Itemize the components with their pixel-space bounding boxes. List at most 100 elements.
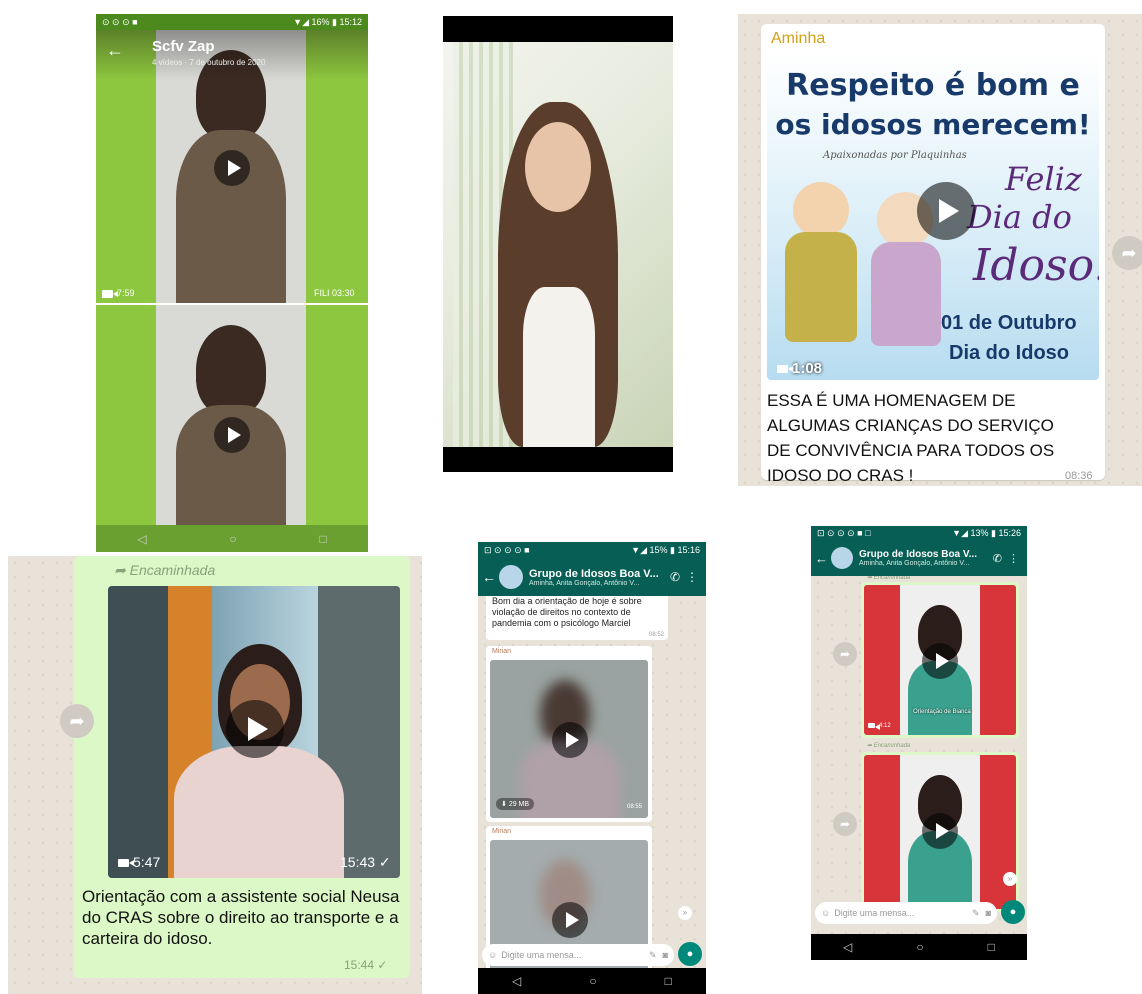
video-duration: 4:12: [868, 723, 891, 730]
mic-button[interactable]: ●: [1001, 900, 1025, 924]
attach-icon[interactable]: ✎: [649, 950, 657, 961]
message-input-bar: ☺ Digite uma mensa... ✎ ◙: [482, 944, 674, 966]
play-icon[interactable]: [917, 182, 975, 240]
android-nav-bar: ◁ ○ □: [96, 525, 368, 552]
nav-home-icon[interactable]: ○: [229, 532, 236, 546]
nav-recents-icon[interactable]: □: [988, 940, 995, 954]
nav-back-icon[interactable]: ◁: [512, 974, 521, 988]
video-tile-2[interactable]: [96, 305, 368, 525]
chat-area: ➦ Encaminhada Orientação de Bianca 4:12 …: [811, 576, 1027, 934]
android-nav-bar: ◁ ○ □: [811, 934, 1027, 960]
scroll-down-icon[interactable]: »: [1003, 872, 1017, 886]
message-time: 08:36: [1065, 470, 1093, 482]
message-caption: Orientação com a assistente social Neusa…: [82, 887, 400, 948]
video-tile-1[interactable]: ← Scfv Zap 4 vídeos · 7 de outubro de 20…: [96, 30, 368, 303]
message-input[interactable]: Digite uma mensa...: [501, 950, 649, 960]
camera-icon[interactable]: ◙: [986, 908, 991, 918]
menu-icon[interactable]: ⋮: [686, 570, 698, 584]
sender-name[interactable]: Mirian: [486, 646, 652, 657]
video-message-1: Orientação de Bianca 4:12: [861, 582, 1019, 738]
back-arrow-icon[interactable]: ←: [482, 569, 496, 585]
video-thumbnail[interactable]: [864, 755, 1016, 909]
scroll-down-icon[interactable]: »: [678, 906, 692, 920]
sender-name[interactable]: Mirian: [486, 826, 652, 837]
play-icon[interactable]: [214, 150, 250, 186]
menu-icon[interactable]: ⋮: [1008, 552, 1019, 565]
face: [525, 122, 591, 212]
add-call-icon[interactable]: ✆: [993, 552, 1002, 565]
status-right: ▼◢ 16% ▮ 15:12: [293, 16, 362, 27]
group-name: Grupo de Idosos Boa V...: [529, 567, 659, 580]
album-subtitle: 4 vídeos · 7 de outubro de 2020: [152, 58, 266, 67]
forward-icon[interactable]: ➦: [833, 812, 857, 836]
message-caption: ESSA É UMA HOMENAGEM DE ALGUMAS CRIANÇAS…: [767, 391, 1055, 485]
video-tag: FILI 03:30: [314, 288, 355, 298]
sender-name[interactable]: Aminha: [771, 30, 825, 48]
chat-area: Bom dia a orientação de hoje é sobre vio…: [478, 596, 706, 968]
grandpa-body: [785, 232, 857, 342]
person-blouse: [174, 746, 344, 878]
grandpa-figure: [781, 182, 861, 352]
mic-button[interactable]: ●: [678, 942, 702, 966]
play-icon[interactable]: [214, 417, 250, 453]
video-time: 08:55: [626, 804, 642, 810]
video-thumbnail[interactable]: ⬇ 29 MB 08:55: [490, 660, 648, 818]
group-avatar[interactable]: [831, 547, 853, 569]
album-title: Scfv Zap: [152, 38, 215, 55]
status-icons: ⊡ ⊙ ⊙ ⊙ ■ □: [817, 527, 871, 538]
play-icon[interactable]: [226, 700, 284, 758]
back-arrow-icon[interactable]: ←: [815, 551, 828, 566]
attach-icon[interactable]: ✎: [972, 908, 980, 919]
nav-recents-icon[interactable]: □: [319, 532, 326, 546]
poster-script: Apaixonadas por Plaquinhas: [823, 150, 967, 161]
status-bar: ⊡ ⊙ ⊙ ⊙ ■ ▼◢ 15% ▮ 15:16: [478, 542, 706, 558]
group-avatar[interactable]: [499, 565, 523, 589]
message-bubble: Aminha Respeito é bom e os idosos merece…: [761, 24, 1105, 485]
forwarded-label: ➦ Encaminhada: [867, 743, 911, 749]
top-shade: [96, 30, 368, 80]
video-duration: 7:59: [102, 288, 135, 298]
forward-icon[interactable]: ➦: [60, 704, 94, 738]
video-frame: [443, 42, 673, 447]
back-arrow-icon[interactable]: ←: [106, 40, 124, 61]
video-thumbnail[interactable]: 5:47 15:43 ✓: [108, 586, 400, 878]
group-info[interactable]: Grupo de Idosos Boa V... Aminha, Anita G…: [859, 549, 987, 567]
video-duration: 5:47: [118, 854, 160, 870]
nav-recents-icon[interactable]: □: [665, 974, 672, 988]
nav-back-icon[interactable]: ◁: [843, 940, 852, 954]
poster-video[interactable]: Respeito é bom e os idosos merecem! Apai…: [767, 52, 1099, 380]
download-size[interactable]: ⬇ 29 MB: [496, 798, 535, 810]
message-input[interactable]: Digite uma mensa...: [834, 908, 972, 918]
play-icon[interactable]: [552, 902, 588, 938]
video-message-1: Mirian ⬇ 29 MB 08:55: [486, 646, 652, 822]
message-input-bar: ☺ Digite uma mensa... ✎ ◙: [815, 902, 997, 924]
camera-icon[interactable]: ◙: [663, 950, 668, 960]
poster-feliz: Feliz: [1005, 160, 1082, 198]
add-call-icon[interactable]: ✆: [670, 570, 680, 584]
nav-home-icon[interactable]: ○: [589, 974, 596, 988]
group-info[interactable]: Grupo de Idosos Boa V... Aminha, Anita G…: [529, 568, 664, 587]
video-thumbnail[interactable]: Orientação de Bianca 4:12: [864, 585, 1016, 735]
nav-home-icon[interactable]: ○: [916, 940, 923, 954]
status-icons: ⊙ ⊙ ⊙ ■: [102, 16, 138, 27]
emoji-icon[interactable]: ☺: [488, 950, 497, 960]
poster-dia: Dia do: [967, 198, 1072, 236]
forwarded-label-top: ➦ Encaminhada: [867, 576, 911, 581]
poster-line1: Respeito é bom e: [786, 68, 1080, 103]
video-camera-icon: [102, 289, 118, 298]
play-icon[interactable]: [552, 722, 588, 758]
forward-icon[interactable]: ➦: [833, 642, 857, 666]
video-caption-overlay: Orientação de Bianca: [913, 709, 971, 715]
video-time: 15:43 ✓: [340, 854, 391, 870]
emoji-icon[interactable]: ☺: [821, 908, 830, 918]
panel-selfie-video[interactable]: [443, 16, 673, 472]
forwarded-icon: ➦: [114, 562, 130, 578]
forward-icon[interactable]: ➦: [1112, 236, 1142, 270]
nav-back-icon[interactable]: ◁: [137, 532, 146, 546]
play-icon[interactable]: [922, 813, 958, 849]
chat-header: ← Grupo de Idosos Boa V... Aminha, Anita…: [811, 540, 1027, 576]
play-icon[interactable]: [922, 643, 958, 679]
android-nav-bar: ◁ ○ □: [478, 968, 706, 994]
status-right: ▼◢ 15% ▮ 15:16: [631, 544, 700, 555]
message-bubble: ➦ Encaminhada 5:47 15:43 ✓ Orientação co…: [74, 556, 410, 978]
